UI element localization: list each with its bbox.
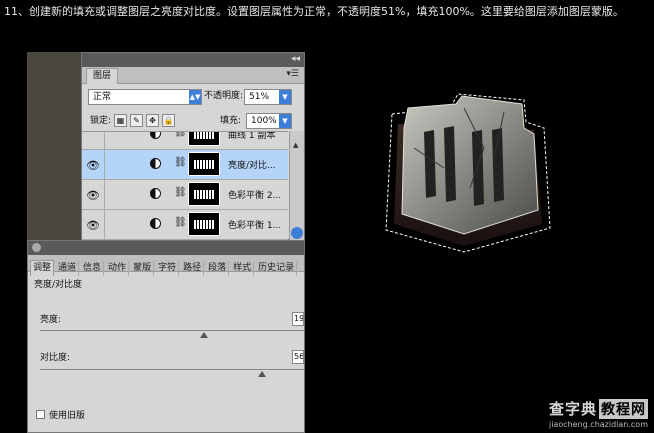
watermark-url: jiaocheng.chazidian.com — [548, 420, 648, 429]
adjustment-layer-icon — [150, 218, 161, 229]
eye-icon[interactable]: 👁 — [86, 159, 100, 172]
layer-mask-thumbnail[interactable] — [188, 152, 220, 176]
brightness-slider-track[interactable] — [40, 330, 304, 331]
fill-value: 100% — [251, 116, 277, 126]
tab-adjustments-8[interactable]: 样式 — [231, 261, 255, 276]
layer-row[interactable]: ⛓ 曲线 1 副本 — [82, 131, 288, 150]
tab-adjustments-7[interactable]: 段落 — [206, 261, 230, 276]
lock-all-icon[interactable]: 🔒 — [162, 114, 175, 127]
close-icon[interactable] — [32, 243, 41, 252]
canvas-artwork — [385, 93, 551, 253]
contrast-slider-knob[interactable] — [257, 371, 266, 377]
brightness-input[interactable]: 19 — [292, 312, 304, 326]
fill-input[interactable]: 100% ▼ — [246, 113, 292, 129]
watermark: 查字典 教程网 jiaocheng.chazidian.com — [549, 398, 648, 429]
brightness-label: 亮度: — [40, 315, 62, 325]
layers-tab-row: 图层 ▾☰ — [82, 67, 304, 84]
tab-adjustments-1[interactable]: 通道 — [56, 261, 80, 276]
adjustments-titlebar[interactable] — [28, 241, 304, 255]
tab-adjustments-2[interactable]: 信息 — [81, 261, 105, 276]
tab-layers[interactable]: 图层 — [86, 68, 119, 84]
lock-position-icon[interactable]: ✥ — [146, 114, 159, 127]
link-icon[interactable]: ⛓ — [174, 187, 187, 198]
lock-image-pixels-icon[interactable]: ✎ — [130, 114, 143, 127]
chevron-updown-icon: ▲▼ — [189, 90, 201, 104]
opacity-value: 51% — [249, 92, 270, 102]
contrast-label: 对比度: — [40, 353, 71, 363]
tab-adjustments-4[interactable]: 蒙版 — [131, 261, 155, 276]
scroll-thumb[interactable] — [291, 227, 303, 239]
watermark-tag: 教程网 — [598, 399, 648, 419]
layer-mask-thumbnail[interactable] — [188, 132, 220, 146]
layer-name: 曲线 1 副本 — [228, 131, 276, 141]
adjustment-layer-icon — [150, 158, 161, 169]
layer-row[interactable]: 👁 ⛓ 色彩平衡 2... — [82, 180, 288, 210]
eye-icon[interactable]: 👁 — [86, 219, 100, 232]
tab-adjustments-9[interactable]: 历史记录 — [256, 261, 298, 276]
legacy-label: 使用旧版 — [49, 411, 86, 421]
eye-icon[interactable]: 👁 — [86, 189, 100, 202]
layer-name: 色彩平衡 2... — [228, 191, 282, 201]
layer-mask-thumbnail[interactable] — [188, 182, 220, 206]
double-arrow-icon[interactable]: ◂◂ — [291, 54, 300, 64]
contrast-input[interactable]: 56 — [292, 350, 304, 364]
layer-name: 亮度/对比... — [228, 161, 276, 171]
blend-mode-select[interactable]: 正常 ▲▼ — [88, 89, 202, 105]
instruction-text: 11、创建新的填充或调整图层之亮度对比度。设置图层属性为正常，不透明度51%，填… — [4, 5, 624, 18]
link-icon[interactable]: ⛓ — [174, 157, 187, 168]
opacity-input[interactable]: 51% ▼ — [244, 89, 292, 105]
visibility-cell[interactable]: 👁 — [82, 150, 105, 179]
brightness-slider-knob[interactable] — [199, 332, 208, 338]
workspace-background — [27, 52, 81, 240]
layers-panel-titlebar[interactable]: ◂◂ — [82, 53, 304, 67]
adjustments-tab-row: 调整 通道 信息 动作 蒙版 字符 路径 段落 样式 历史记录 — [28, 255, 304, 276]
tab-adjustments-0[interactable]: 调整 — [30, 260, 55, 276]
link-icon[interactable]: ⛓ — [174, 217, 187, 228]
layer-mask-thumbnail[interactable] — [188, 212, 220, 236]
layer-list: ⛓ 曲线 1 副本 👁 ⛓ 亮度/对比... 👁 ⛓ 色彩平衡 2... 👁 ⛓… — [82, 131, 288, 242]
adjustment-layer-icon — [150, 132, 161, 139]
layers-scrollbar[interactable]: ▲ — [289, 131, 304, 241]
watermark-site: 查字典 — [548, 400, 597, 418]
layer-row[interactable]: 👁 ⛓ 色彩平衡 1... — [82, 210, 288, 240]
opacity-label: 不透明度: — [204, 91, 244, 101]
blend-mode-value: 正常 — [93, 92, 112, 102]
scroll-up-icon[interactable]: ▲ — [293, 141, 298, 149]
chevron-down-icon: ▼ — [279, 90, 291, 104]
blend-row: 正常 ▲▼ 不透明度: 51% ▼ — [86, 87, 300, 105]
tab-adjustments-6[interactable]: 路径 — [181, 261, 205, 276]
adjustment-layer-icon — [150, 188, 161, 199]
visibility-cell[interactable]: 👁 — [82, 210, 105, 239]
lock-label: 锁定: — [90, 116, 112, 126]
layer-row-selected[interactable]: 👁 ⛓ 亮度/对比... — [82, 150, 288, 180]
link-icon[interactable]: ⛓ — [174, 132, 187, 138]
layers-panel: ◂◂ 图层 ▾☰ 正常 ▲▼ 不透明度: 51% ▼ 锁定: ▦ ✎ ✥ 🔒 填… — [81, 52, 305, 242]
chevron-down-icon: ▼ — [279, 114, 291, 128]
contrast-slider-track[interactable] — [40, 369, 304, 370]
adjustment-title: 亮度/对比度 — [34, 280, 83, 290]
legacy-checkbox[interactable] — [36, 410, 45, 419]
visibility-cell[interactable] — [82, 132, 105, 149]
layer-name: 色彩平衡 1... — [228, 221, 282, 231]
panel-menu-icon[interactable]: ▾☰ — [286, 69, 299, 79]
lock-row: 锁定: ▦ ✎ ✥ 🔒 填充: 100% ▼ — [86, 113, 300, 129]
tab-adjustments-5[interactable]: 字符 — [156, 261, 180, 276]
adjustments-panel: 调整 通道 信息 动作 蒙版 字符 路径 段落 样式 历史记录 亮度/对比度 亮度: 19 对比度… — [27, 240, 305, 433]
visibility-cell[interactable]: 👁 — [82, 180, 105, 209]
stone-block — [401, 95, 539, 235]
lock-transparent-pixels-icon[interactable]: ▦ — [114, 114, 127, 127]
fill-label: 填充: — [220, 116, 242, 126]
tab-adjustments-3[interactable]: 动作 — [106, 261, 130, 276]
